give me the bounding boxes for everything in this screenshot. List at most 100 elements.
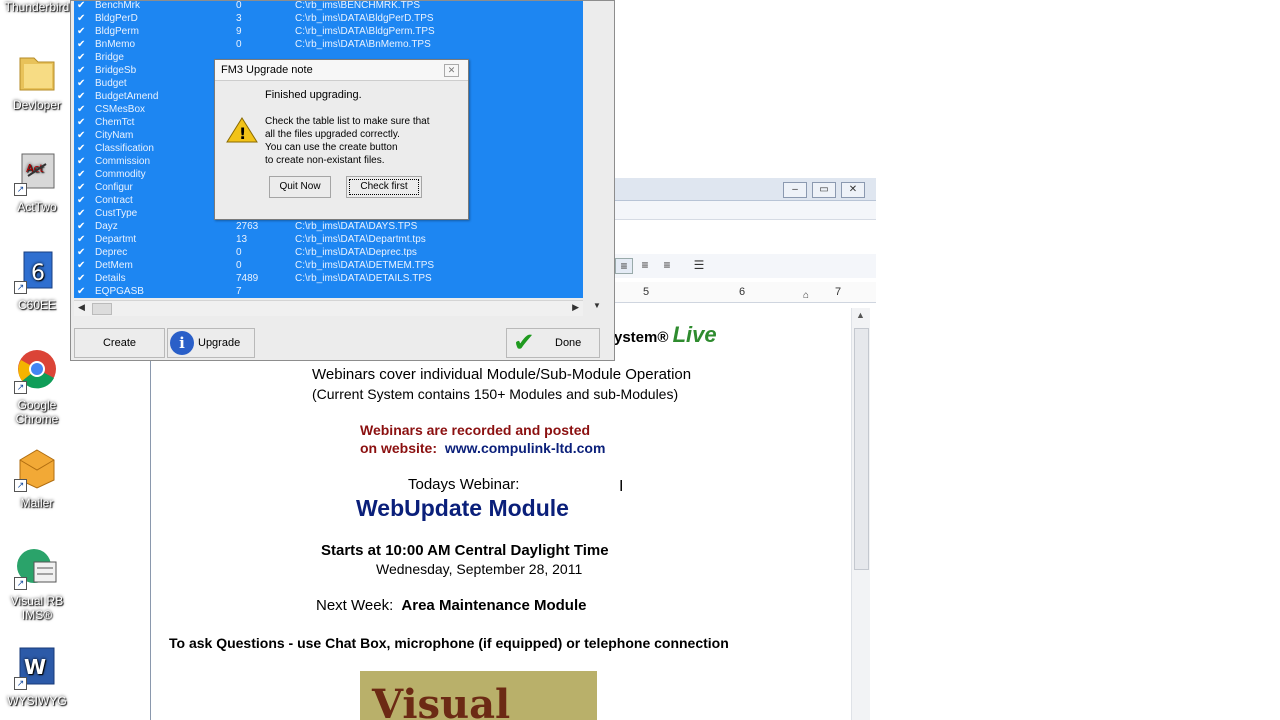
align-right-icon[interactable]: ≡ (659, 258, 675, 272)
checkbox-checked-icon[interactable]: ✔ (77, 1, 87, 11)
checkbox-checked-icon[interactable]: ✔ (77, 155, 87, 167)
heading-live: Live (672, 322, 717, 347)
checkbox-checked-icon[interactable]: ✔ (77, 129, 87, 141)
scroll-right-icon[interactable]: ▶ (572, 302, 579, 313)
close-icon[interactable]: ✕ (444, 64, 459, 77)
table-name: Classification (95, 143, 154, 154)
table-row[interactable]: ✔ Deprec 0 C:\rb_ims\DATA\Deprec.tps (74, 246, 583, 259)
horizontal-scrollbar[interactable]: ◀ ▶ (74, 300, 583, 316)
scroll-up-icon[interactable]: ▲ (856, 310, 865, 320)
table-row[interactable]: ✔ BnMemo 0 C:\rb_ims\DATA\BnMemo.TPS (74, 38, 583, 51)
align-left-icon[interactable]: ≡ (615, 258, 633, 274)
svg-text:W: W (24, 655, 46, 679)
maximize-button[interactable]: ▭ (812, 182, 836, 198)
file-path: C:\rb_ims\DATA\BldgPerD.TPS (295, 13, 434, 24)
indent-marker-icon[interactable]: ⌂ (803, 290, 809, 301)
table-row[interactable]: ✔ Details 7489 C:\rb_ims\DATA\DETAILS.TPS (74, 272, 583, 285)
next-week-value: Area Maintenance Module (401, 597, 587, 614)
desktop-icon-visual-rb-ims[interactable]: ↗ Visual RB IMS® (4, 544, 70, 622)
check-first-label: Check first (360, 181, 408, 192)
desktop-icon-c60ee[interactable]: 6 ↗ C60EE (4, 248, 70, 312)
ruler-mark: 7 (835, 286, 842, 298)
table-row[interactable]: ✔ Dayz 2763 C:\rb_ims\DATA\DAYS.TPS (74, 220, 583, 233)
desktop-label: Devloper (12, 98, 62, 112)
table-row[interactable]: ✔ BldgPerm 9 C:\rb_ims\DATA\BldgPerm.TPS (74, 25, 583, 38)
file-path: C:\rb_ims\DATA\BldgPerm.TPS (295, 26, 435, 37)
dialog-message: to create non-existant files. (265, 155, 385, 166)
checkbox-checked-icon[interactable]: ✔ (77, 38, 87, 50)
check-first-button[interactable]: Check first (346, 176, 422, 198)
desktop-icon-mailer[interactable]: ↗ Mailer (4, 446, 70, 510)
acttwo-icon: Act ↗ (14, 150, 60, 196)
checkbox-checked-icon[interactable]: ✔ (77, 12, 87, 24)
checkbox-checked-icon[interactable]: ✔ (77, 77, 87, 89)
done-label: Done (555, 337, 582, 349)
banner-text: Visual (372, 681, 511, 720)
scrollbar-thumb[interactable] (854, 328, 869, 570)
table-row[interactable]: ✔ EQPGASB 7 (74, 285, 583, 298)
table-name: Departmt (95, 234, 137, 245)
desktop-icon-wysiwyg[interactable]: W ↗ WYSIWYG (4, 644, 70, 708)
checkbox-checked-icon[interactable]: ✔ (77, 233, 87, 245)
checkbox-checked-icon[interactable]: ✔ (77, 220, 87, 232)
checkbox-checked-icon[interactable]: ✔ (77, 103, 87, 115)
record-count: 0 (236, 39, 242, 50)
table-name: Details (95, 273, 126, 284)
table-name: Deprec (95, 247, 128, 258)
align-center-icon[interactable]: ≡ (637, 258, 653, 272)
desktop-icon-acttwo[interactable]: Act ↗ ActTwo (4, 150, 70, 214)
table-name: Bridge (95, 52, 124, 63)
checkbox-checked-icon[interactable]: ✔ (77, 168, 87, 180)
table-row[interactable]: ✔ DetMem 0 C:\rb_ims\DATA\DETMEM.TPS (74, 259, 583, 272)
checkbox-checked-icon[interactable]: ✔ (77, 25, 87, 37)
checkbox-checked-icon[interactable]: ✔ (77, 90, 87, 102)
bullet-list-icon[interactable]: ☰ (691, 258, 707, 272)
close-button[interactable]: ✕ (841, 182, 865, 198)
table-name: BldgPerD (95, 13, 138, 24)
desktop-icon-google-chrome[interactable]: ↗ Google Chrome (4, 348, 70, 426)
minimize-button[interactable]: – (783, 182, 807, 198)
table-row[interactable]: ✔ Departmt 13 C:\rb_ims\DATA\Departmt.tps (74, 233, 583, 246)
checkbox-checked-icon[interactable]: ✔ (77, 259, 87, 271)
scroll-left-icon[interactable]: ◀ (78, 302, 85, 313)
vertical-scrollbar[interactable]: ▼ (583, 1, 613, 315)
desktop-icon-devloper[interactable]: Devloper (4, 48, 70, 112)
checkbox-checked-icon[interactable]: ✔ (77, 51, 87, 63)
scrollbar-thumb[interactable] (92, 303, 112, 315)
vertical-scrollbar[interactable]: ▲ (851, 308, 870, 720)
checkbox-checked-icon[interactable]: ✔ (77, 272, 87, 284)
table-name: CSMesBox (95, 104, 146, 115)
checkbox-checked-icon[interactable]: ✔ (77, 246, 87, 258)
desktop-label: Thunderbird (4, 0, 70, 14)
checkbox-checked-icon[interactable]: ✔ (77, 285, 87, 297)
heading-text: ystem® (614, 329, 669, 346)
file-path: C:\rb_ims\DATA\Departmt.tps (295, 234, 426, 245)
recorded-note: Webinars are recorded and posted (360, 422, 591, 438)
website-line: on website: www.compulink-ltd.com (360, 440, 605, 456)
checkbox-checked-icon[interactable]: ✔ (77, 194, 87, 206)
upgrade-button[interactable]: i Upgrade (167, 328, 255, 358)
document-titlebar: – ▭ ✕ (613, 178, 876, 201)
done-button[interactable]: ✔ Done (506, 327, 600, 358)
checkbox-checked-icon[interactable]: ✔ (77, 64, 87, 76)
table-name: BldgPerm (95, 26, 139, 37)
record-count: 2763 (236, 221, 259, 232)
checkbox-checked-icon[interactable]: ✔ (77, 142, 87, 154)
table-name: ChemTct (95, 117, 135, 128)
info-line: (Current System contains 150+ Modules an… (312, 386, 679, 402)
visual-rb-ims-icon: ↗ (14, 544, 60, 590)
checkbox-checked-icon[interactable]: ✔ (77, 207, 87, 219)
checkbox-checked-icon[interactable]: ✔ (77, 181, 87, 193)
start-time: Starts at 10:00 AM Central Daylight Time (321, 542, 609, 559)
checkbox-checked-icon[interactable]: ✔ (77, 116, 87, 128)
website-link[interactable]: www.compulink-ltd.com (445, 440, 606, 456)
desktop-icon-thunderbird[interactable]: Thunderbird (4, 0, 70, 14)
table-row[interactable]: ✔ BenchMrk 0 C:\rb_ims\BENCHMRK.TPS (74, 1, 583, 12)
table-row[interactable]: ✔ BldgPerD 3 C:\rb_ims\DATA\BldgPerD.TPS (74, 12, 583, 25)
text-cursor-icon: I (619, 478, 624, 495)
quit-now-button[interactable]: Quit Now (269, 176, 331, 198)
record-count: 0 (236, 260, 242, 271)
desktop-label: WYSIWYG (7, 694, 67, 708)
create-button[interactable]: Create (74, 328, 165, 358)
scroll-down-icon[interactable]: ▼ (593, 301, 601, 310)
